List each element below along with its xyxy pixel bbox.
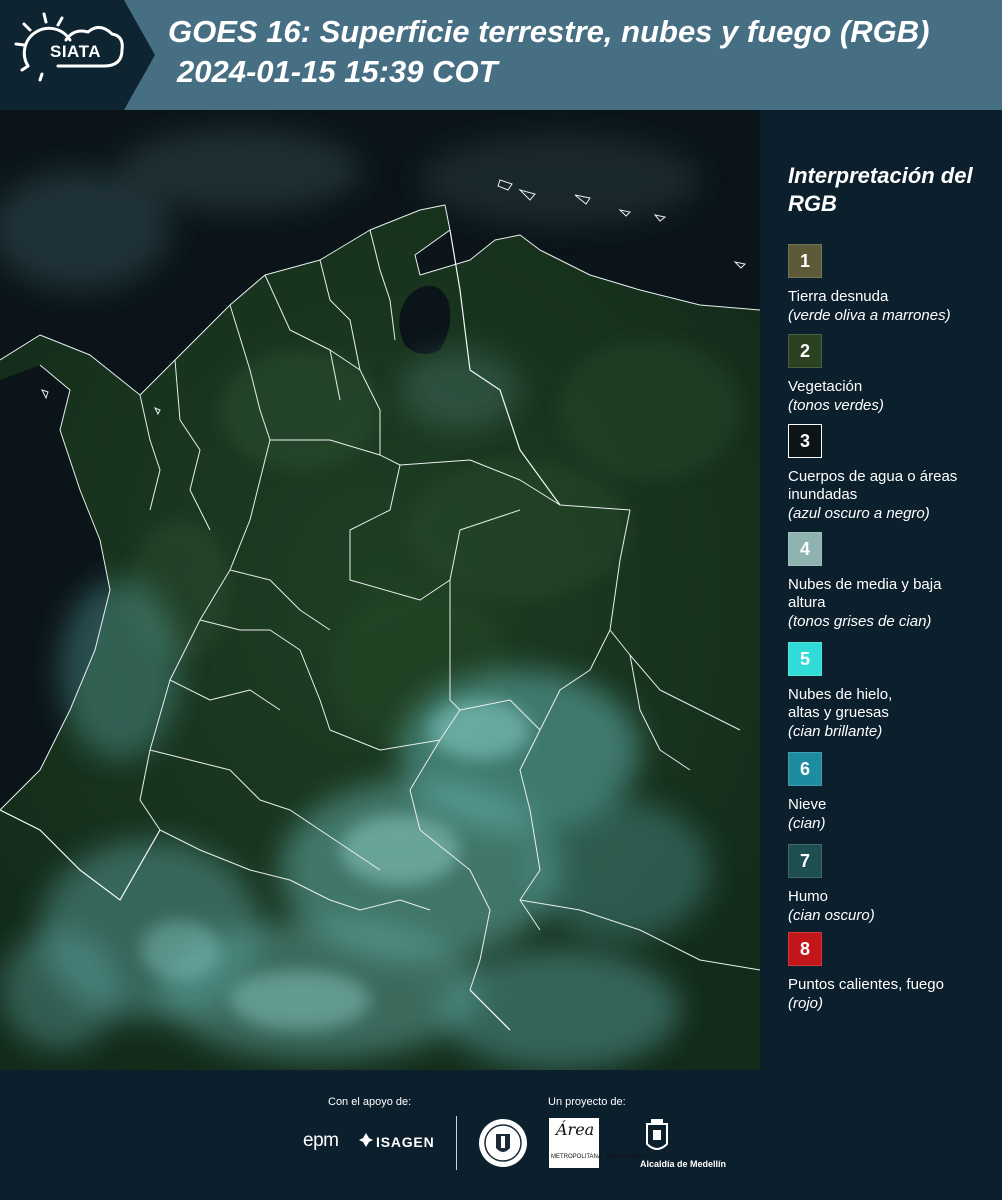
legend-item-7: 7 Humo (cian oscuro) — [788, 844, 998, 925]
legend-item-4: 4 Nubes de media y baja altura (tonos gr… — [788, 532, 998, 631]
legend-label: Cuerpos de agua o áreas inundadas — [788, 468, 958, 503]
legend-title: Interpretación del RGB — [788, 163, 973, 216]
legend-sub: (cian) — [788, 815, 826, 832]
legend-item-3: 3 Cuerpos de agua o áreas inundadas (azu… — [788, 424, 998, 523]
legend-panel: Interpretación del RGB 1 Tierra desnuda … — [760, 110, 1002, 1070]
legend-sub: (rojo) — [788, 995, 824, 1012]
legend-label: Nubes de hielo, altas y gruesas — [788, 686, 893, 721]
legend-swatch: 1 — [788, 244, 822, 278]
university-seal-icon[interactable] — [478, 1118, 528, 1168]
legend-swatch: 8 — [788, 932, 822, 966]
map-graphic — [0, 110, 760, 1070]
legend-sub: (verde oliva a marrones) — [788, 307, 951, 324]
legend-swatch: 5 — [788, 642, 822, 676]
support-label: Con el apoyo de: — [328, 1096, 412, 1108]
footer-divider — [456, 1116, 457, 1170]
header-bar: SIATA GOES 16: Superficie terrestre, nub… — [0, 0, 1002, 110]
page-timestamp: 2024-01-15 15:39 COT — [177, 54, 498, 89]
satellite-map[interactable] — [0, 110, 760, 1070]
project-label: Un proyecto de: — [548, 1096, 626, 1108]
area-logo-subtext: METROPOLITANA · Valle de Aburrá — [551, 1154, 648, 1160]
legend-label: Nubes de media y baja altura — [788, 576, 942, 611]
legend-swatch: 4 — [788, 532, 822, 566]
alcaldia-crest-icon[interactable] — [645, 1118, 669, 1156]
legend-swatch: 6 — [788, 752, 822, 786]
legend-label: Tierra desnuda — [788, 288, 889, 305]
legend-sub: (tonos grises de cian) — [788, 613, 932, 630]
legend-label: Puntos calientes, fuego — [788, 976, 944, 993]
legend-sub: (cian oscuro) — [788, 907, 875, 924]
legend-swatch: 3 — [788, 424, 822, 458]
legend-label: Nieve — [788, 796, 827, 813]
legend-sub: (tonos verdes) — [788, 397, 884, 414]
legend-label: Humo — [788, 888, 829, 905]
isagen-mark-icon — [359, 1133, 373, 1147]
isagen-logo[interactable]: ISAGEN — [376, 1134, 434, 1150]
page-title: GOES 16: Superficie terrestre, nubes y f… — [168, 14, 930, 49]
epm-logo[interactable]: epm — [303, 1130, 339, 1152]
legend-sub: (azul oscuro a negro) — [788, 505, 930, 522]
siata-logo[interactable]: SIATA — [0, 0, 155, 110]
area-logo-script: Área — [556, 1120, 595, 1139]
legend-item-1: 1 Tierra desnuda (verde oliva a marrones… — [788, 244, 998, 325]
legend-sub: (cian brillante) — [788, 723, 883, 740]
legend-item-2: 2 Vegetación (tonos verdes) — [788, 334, 998, 415]
legend-item-5: 5 Nubes de hielo, altas y gruesas (cian … — [788, 642, 998, 741]
legend-item-8: 8 Puntos calientes, fuego (rojo) — [788, 932, 998, 1013]
logo-text: SIATA — [50, 42, 101, 61]
legend-item-6: 6 Nieve (cian) — [788, 752, 998, 833]
alcaldia-logo-text: Alcaldía de Medellín — [640, 1159, 727, 1169]
legend-label: Vegetación — [788, 378, 863, 395]
legend-swatch: 2 — [788, 334, 822, 368]
footer: Con el apoyo de: Un proyecto de: epm ISA… — [0, 1070, 1002, 1200]
legend-swatch: 7 — [788, 844, 822, 878]
